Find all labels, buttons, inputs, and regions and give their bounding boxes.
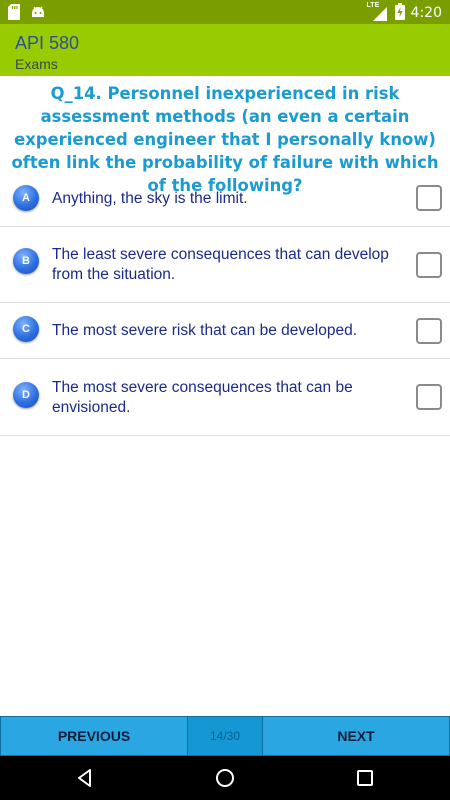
option-c-row[interactable]: C The most severe risk that can be devel… [0, 303, 450, 359]
option-c-badge-container: C [10, 313, 42, 345]
option-b-badge: B [13, 248, 39, 274]
battery-icon [394, 3, 405, 23]
option-a-checkbox[interactable] [416, 185, 442, 211]
question-nav-bar: PREVIOUS 14/30 NEXT [0, 716, 450, 756]
option-d-badge-container: D [10, 379, 42, 411]
home-icon[interactable] [213, 766, 237, 790]
app-bar: API 580 Exams [0, 24, 450, 76]
option-b-row[interactable]: B The least severe consequences that can… [0, 227, 450, 303]
option-c-text: The most severe risk that can be develop… [52, 322, 357, 339]
option-a-badge-container: A [10, 182, 42, 214]
options-list: A Anything, the sky is the limit. [0, 170, 450, 227]
android-icon [30, 4, 46, 25]
option-a[interactable]: A Anything, the sky is the limit. [0, 170, 450, 227]
option-b-text: The least severe consequences that can d… [52, 246, 389, 283]
sd-card-icon [8, 4, 20, 25]
option-a-text: Anything, the sky is the limit. [52, 190, 248, 207]
next-button[interactable]: NEXT [262, 716, 450, 756]
option-b-checkbox[interactable] [416, 252, 442, 278]
recents-icon[interactable] [353, 766, 377, 790]
option-d-row[interactable]: D The most severe consequences that can … [0, 359, 450, 436]
system-nav-bar [0, 756, 450, 800]
signal-icon: LTE [367, 2, 389, 21]
app-subtitle: Exams [15, 56, 58, 72]
back-icon[interactable] [73, 766, 97, 790]
option-c-checkbox[interactable] [416, 318, 442, 344]
option-d-text: The most severe consequences that can be… [52, 379, 353, 416]
option-b-badge-container-row: B [10, 245, 42, 277]
previous-button[interactable]: PREVIOUS [0, 716, 188, 756]
page-indicator: 14/30 [188, 716, 262, 756]
option-c-badge: C [13, 316, 39, 342]
option-d-badge: D [13, 382, 39, 408]
option-d-checkbox[interactable] [416, 384, 442, 410]
app-title: API 580 [15, 33, 80, 53]
clock: 4:20 [410, 5, 442, 21]
option-a-badge: A [13, 185, 39, 211]
status-bar: LTE 4:20 [0, 0, 450, 24]
